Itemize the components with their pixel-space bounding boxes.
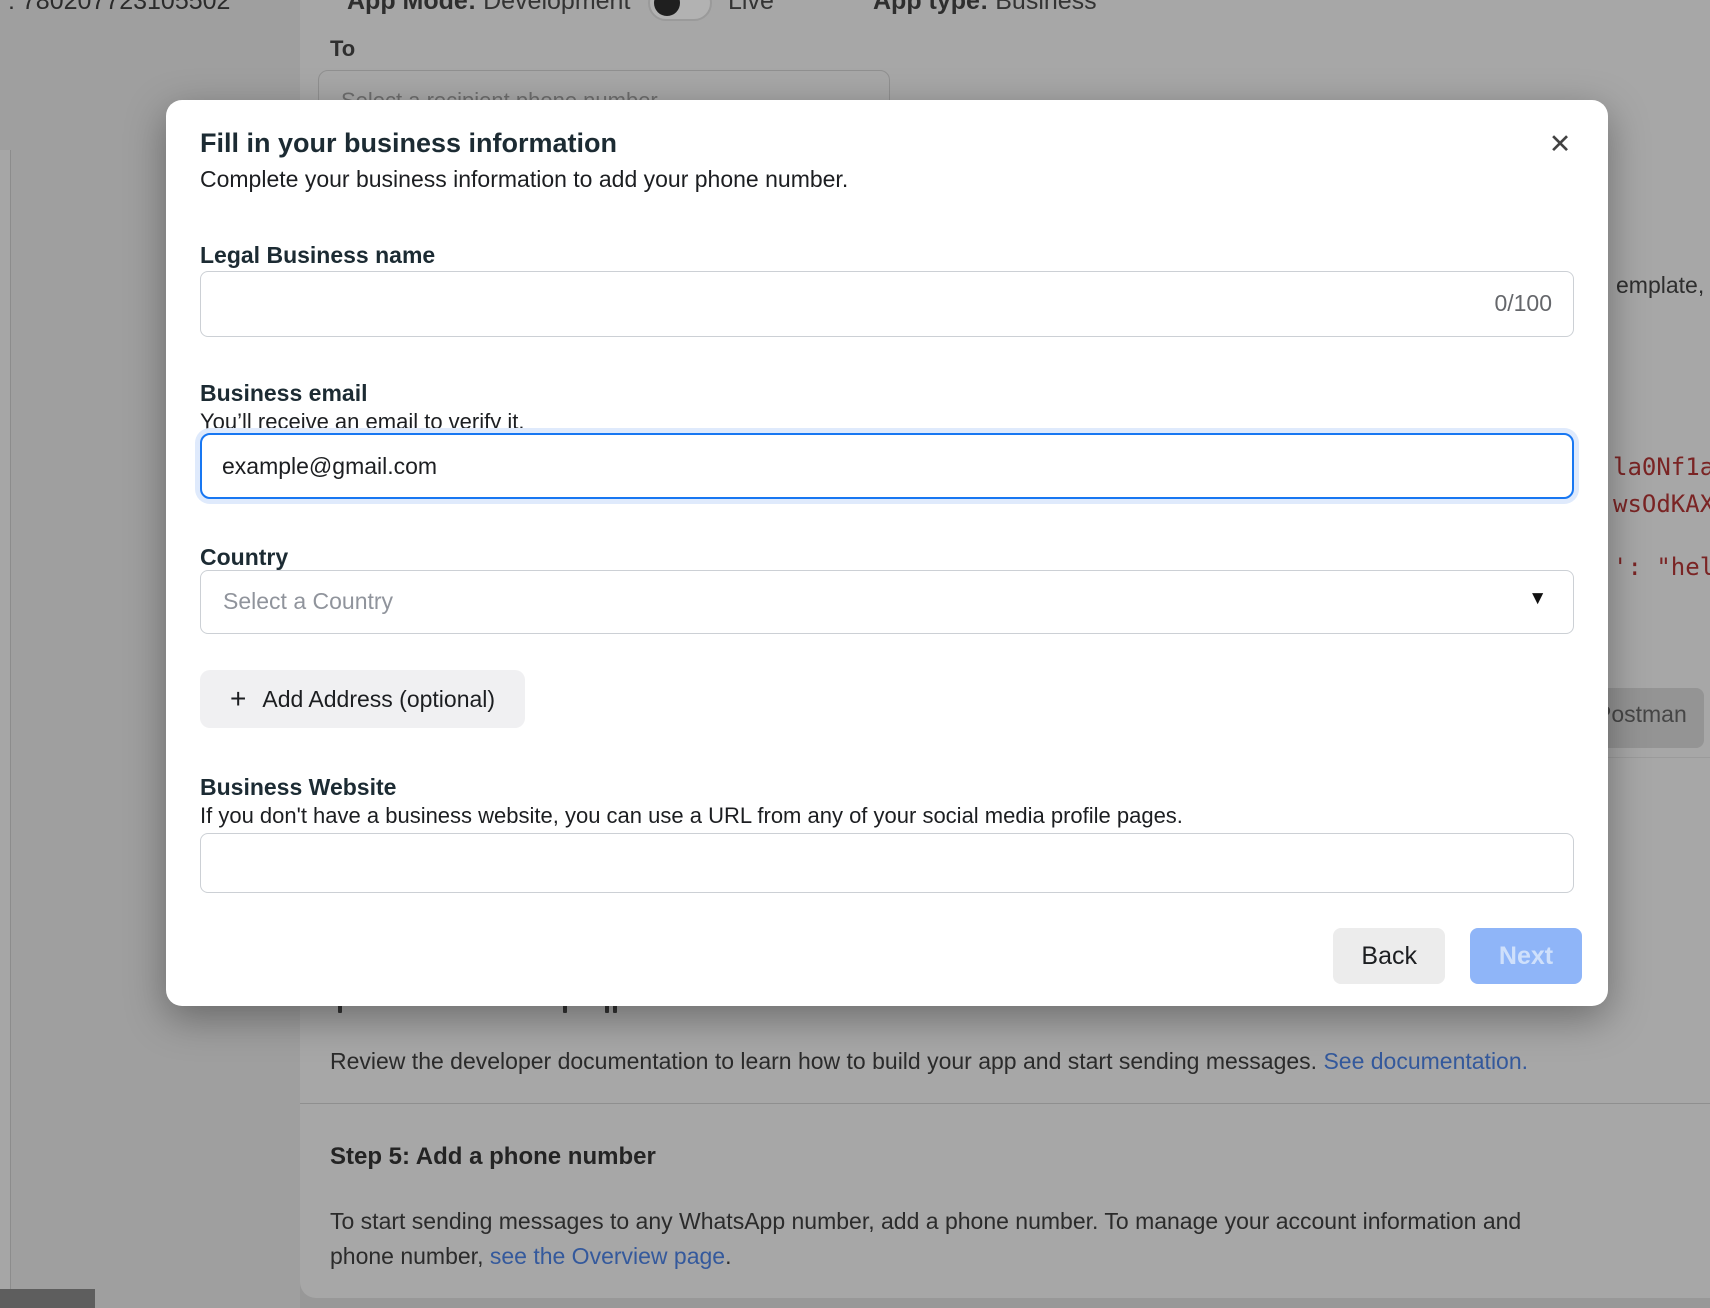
app-header-bar: : 780207723105502 App Mode: Development … [0, 0, 1710, 27]
add-address-button[interactable]: + Add Address (optional) [200, 670, 525, 728]
clipped-text-template: emplate, c [1616, 272, 1710, 299]
divider [1606, 757, 1710, 758]
next-button[interactable]: Next [1470, 928, 1582, 984]
plus-icon: + [230, 683, 246, 715]
docs-paragraph: Review the developer documentation to le… [330, 1048, 1528, 1075]
business-website-label: Business Website [200, 774, 396, 801]
see-documentation-link[interactable]: See documentation. [1323, 1048, 1528, 1074]
modal-subtitle: Complete your business information to ad… [200, 166, 848, 193]
business-email-field-wrap [200, 433, 1574, 499]
business-email-input[interactable] [200, 433, 1574, 499]
close-icon: ✕ [1549, 129, 1572, 159]
app-type-value: Business [995, 0, 1096, 15]
app-type: App type: Business [873, 0, 1097, 16]
modal-title: Fill in your business information [200, 128, 617, 159]
chevron-down-icon: ▼ [1528, 588, 1547, 610]
business-website-helper: If you don't have a business website, yo… [200, 803, 1183, 829]
legal-name-field-wrap: 0/100 [200, 271, 1574, 337]
to-field-label: To [330, 36, 355, 62]
modal-footer-buttons: Back Next [1333, 928, 1582, 984]
toggle-knob-icon [654, 0, 680, 16]
add-address-label: Add Address (optional) [262, 686, 495, 713]
overview-page-link[interactable]: see the Overview page [490, 1243, 725, 1269]
business-info-modal: Fill in your business information ✕ Comp… [166, 100, 1608, 1006]
step5-heading: Step 5: Add a phone number [330, 1143, 656, 1171]
legal-name-input[interactable] [200, 271, 1574, 337]
step5-period: . [725, 1243, 731, 1269]
app-mode-value: Development [483, 0, 630, 15]
step5-paragraph: To start sending messages to any WhatsAp… [330, 1204, 1521, 1274]
clipped-code-line: la0Nf1ak [1613, 453, 1710, 481]
app-type-label: App type: [873, 0, 988, 15]
business-website-input[interactable] [200, 833, 1574, 893]
docs-text: Review the developer documentation to le… [330, 1048, 1323, 1074]
char-counter: 0/100 [1494, 290, 1552, 317]
back-button[interactable]: Back [1333, 928, 1445, 984]
clipped-code-line: ': "hell [1613, 553, 1710, 581]
country-select-placeholder: Select a Country [223, 588, 393, 615]
app-mode-label: App Mode: [347, 0, 476, 15]
postman-tab-label: Postman [1596, 701, 1687, 728]
app-mode: App Mode: Development [347, 0, 630, 16]
business-website-field-wrap [200, 833, 1574, 893]
bottom-dark-strip [0, 1289, 95, 1308]
country-select[interactable]: Select a Country ▼ [200, 570, 1574, 634]
legal-name-label: Legal Business name [200, 242, 435, 269]
country-label: Country [200, 544, 288, 571]
step5-line1: To start sending messages to any WhatsAp… [330, 1208, 1521, 1234]
app-id: : 780207723105502 [8, 0, 230, 16]
page: : 780207723105502 App Mode: Development … [0, 0, 1710, 1308]
business-email-helper: You’ll receive an email to verify it. [200, 409, 524, 435]
live-label: Live [728, 0, 774, 16]
app-mode-toggle[interactable] [648, 0, 712, 21]
clipped-code-line: wsOdKAX' [1613, 490, 1710, 518]
business-email-label: Business email [200, 380, 367, 407]
step5-line2: phone number, [330, 1243, 490, 1269]
close-button[interactable]: ✕ [1542, 126, 1578, 162]
left-edge-divider [0, 150, 11, 1308]
section-divider [300, 1103, 1710, 1104]
